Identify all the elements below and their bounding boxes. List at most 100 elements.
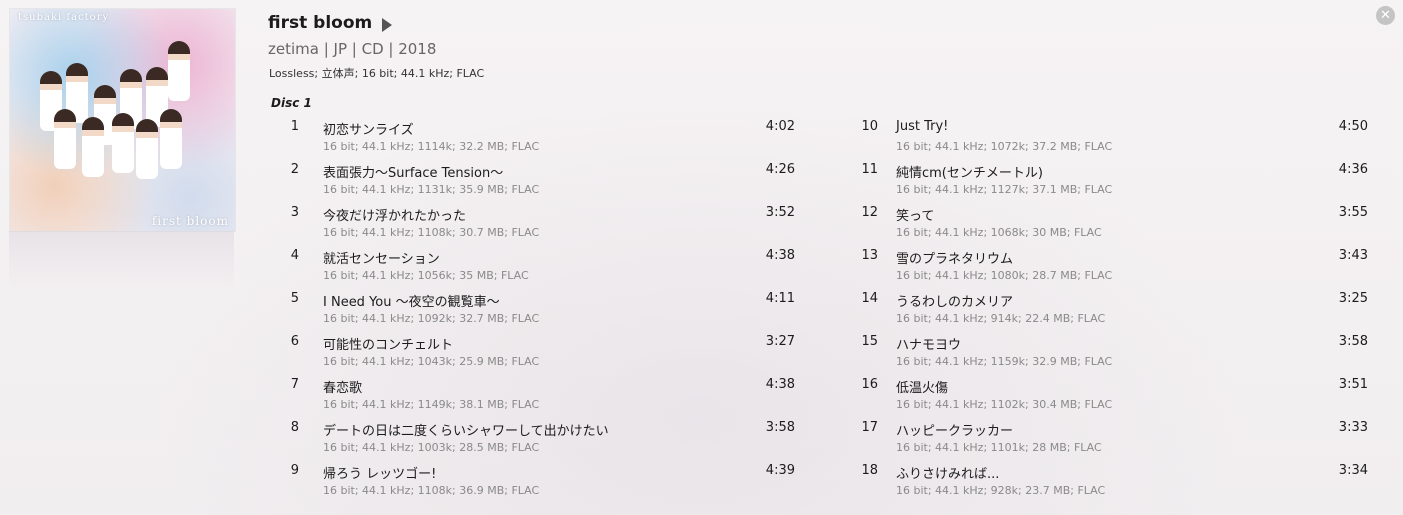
track-meta: 16 bit; 44.1 kHz; 1159k; 32.9 MB; FLAC (896, 355, 1113, 368)
track-meta: 16 bit; 44.1 kHz; 1068k; 30 MB; FLAC (896, 226, 1102, 239)
track-row[interactable]: 15 ハナモヨウ 16 bit; 44.1 kHz; 1159k; 32.9 MB;… (852, 331, 1372, 374)
track-duration: 4:50 (1338, 119, 1368, 134)
track-duration: 3:25 (1338, 291, 1368, 306)
track-meta: 16 bit; 44.1 kHz; 1056k; 35 MB; FLAC (323, 269, 529, 282)
track-row[interactable]: 4 就活センセーション 16 bit; 44.1 kHz; 1056k; 35 MB… (279, 245, 799, 288)
track-row[interactable]: 1 初恋サンライズ 16 bit; 44.1 kHz; 1114k; 32.2 MB… (279, 116, 799, 159)
track-meta: 16 bit; 44.1 kHz; 1003k; 28.5 MB; FLAC (323, 441, 540, 454)
track-meta: 16 bit; 44.1 kHz; 1080k; 28.7 MB; FLAC (896, 269, 1113, 282)
track-number: 16 (861, 377, 878, 392)
track-meta: 16 bit; 44.1 kHz; 1101k; 28 MB; FLAC (896, 441, 1102, 454)
cover-figure (168, 41, 190, 101)
track-meta: 16 bit; 44.1 kHz; 1149k; 38.1 MB; FLAC (323, 398, 540, 411)
track-duration: 3:34 (1338, 463, 1368, 478)
track-row[interactable]: 12 笑って 16 bit; 44.1 kHz; 1068k; 30 MB; FLA… (852, 202, 1372, 245)
track-title: 今夜だけ浮かれたかった (323, 209, 467, 224)
track-title: 表面張力〜Surface Tension〜 (323, 166, 504, 181)
cover-title-text: first bloom (151, 214, 229, 228)
track-meta: 16 bit; 44.1 kHz; 1131k; 35.9 MB; FLAC (323, 183, 540, 196)
cover-figure (136, 119, 158, 179)
track-title: 雪のプラネタリウム (896, 252, 1014, 267)
track-meta: 16 bit; 44.1 kHz; 928k; 23.7 MB; FLAC (896, 484, 1106, 497)
close-icon[interactable]: ✕ (1376, 6, 1395, 25)
track-row[interactable]: 11 純情cm(センチメートル) 16 bit; 44.1 kHz; 1127k; … (852, 159, 1372, 202)
track-title: 笑って (896, 209, 935, 224)
track-row[interactable]: 8 デートの日は二度くらいシャワーして出かけたい 16 bit; 44.1 kHz;… (279, 417, 799, 460)
track-duration: 3:33 (1338, 420, 1368, 435)
track-number: 15 (861, 334, 878, 349)
track-title: 可能性のコンチェルト (323, 338, 454, 353)
track-number: 8 (290, 420, 299, 435)
track-meta: 16 bit; 44.1 kHz; 914k; 22.4 MB; FLAC (896, 312, 1106, 325)
track-list-left: 1 初恋サンライズ 16 bit; 44.1 kHz; 1114k; 32.2 MB… (279, 116, 799, 503)
track-title: うるわしのカメリア (896, 295, 1014, 310)
track-duration: 3:58 (1338, 334, 1368, 349)
track-number: 4 (290, 248, 299, 263)
track-number: 3 (290, 205, 299, 220)
track-meta: 16 bit; 44.1 kHz; 1072k; 37.2 MB; FLAC (896, 140, 1113, 153)
track-row[interactable]: 2 表面張力〜Surface Tension〜 16 bit; 44.1 kHz; … (279, 159, 799, 202)
track-duration: 3:51 (1338, 377, 1368, 392)
track-row[interactable]: 7 春恋歌 16 bit; 44.1 kHz; 1149k; 38.1 MB; FL… (279, 374, 799, 417)
track-title: 春恋歌 (323, 381, 363, 396)
track-number: 2 (290, 162, 299, 177)
track-number: 11 (861, 162, 878, 177)
track-row[interactable]: 9 帰ろう レッツゴー! 16 bit; 44.1 kHz; 1108k; 36.9… (279, 460, 799, 503)
track-meta: 16 bit; 44.1 kHz; 1102k; 30.4 MB; FLAC (896, 398, 1113, 411)
cover-reflection (9, 231, 234, 291)
track-duration: 4:36 (1338, 162, 1368, 177)
track-number: 6 (290, 334, 299, 349)
track-number: 18 (861, 463, 878, 478)
track-row[interactable]: 10 Just Try! 16 bit; 44.1 kHz; 1072k; 37.2… (852, 116, 1372, 159)
cover-brand-text: tsubaki factory (18, 12, 110, 23)
track-title: 低温火傷 (896, 381, 949, 396)
track-duration: 4:11 (765, 291, 795, 306)
track-title: デートの日は二度くらいシャワーして出かけたい (323, 424, 609, 439)
album-quality: Lossless; 立体声; 16 bit; 44.1 kHz; FLAC (269, 67, 485, 80)
track-row[interactable]: 14 うるわしのカメリア 16 bit; 44.1 kHz; 914k; 22.4 … (852, 288, 1372, 331)
track-number: 14 (861, 291, 878, 306)
track-meta: 16 bit; 44.1 kHz; 1043k; 25.9 MB; FLAC (323, 355, 540, 368)
track-meta: 16 bit; 44.1 kHz; 1108k; 36.9 MB; FLAC (323, 484, 540, 497)
track-duration: 4:38 (765, 248, 795, 263)
disc-label: Disc 1 (271, 96, 312, 110)
track-number: 13 (861, 248, 878, 263)
track-duration: 4:38 (765, 377, 795, 392)
track-duration: 3:52 (765, 205, 795, 220)
track-title: 就活センセーション (323, 252, 440, 267)
track-number: 9 (290, 463, 299, 478)
track-row[interactable]: 13 雪のプラネタリウム 16 bit; 44.1 kHz; 1080k; 28.7… (852, 245, 1372, 288)
album-cover[interactable]: tsubaki factory first bloom (9, 8, 236, 232)
track-row[interactable]: 16 低温火傷 16 bit; 44.1 kHz; 1102k; 30.4 MB; … (852, 374, 1372, 417)
track-number: 12 (861, 205, 878, 220)
cover-figure (160, 109, 182, 169)
track-row[interactable]: 18 ふりさけみれば... 16 bit; 44.1 kHz; 928k; 23.7… (852, 460, 1372, 503)
cover-figure (82, 117, 104, 177)
track-title: 初恋サンライズ (323, 123, 414, 138)
track-row[interactable]: 5 I Need You 〜夜空の観覧車〜 16 bit; 44.1 kHz; 10… (279, 288, 799, 331)
track-duration: 3:55 (1338, 205, 1368, 220)
play-icon[interactable] (382, 18, 392, 32)
track-meta: 16 bit; 44.1 kHz; 1127k; 37.1 MB; FLAC (896, 183, 1113, 196)
track-title: I Need You 〜夜空の観覧車〜 (323, 295, 500, 310)
track-number: 10 (861, 119, 878, 134)
track-number: 17 (861, 420, 878, 435)
track-duration: 4:39 (765, 463, 795, 478)
track-number: 1 (290, 119, 299, 134)
track-title: ふりさけみれば... (896, 467, 1000, 482)
album-subtitle: zetima | JP | CD | 2018 (268, 40, 437, 58)
track-row[interactable]: 6 可能性のコンチェルト 16 bit; 44.1 kHz; 1043k; 25.9… (279, 331, 799, 374)
track-duration: 3:58 (765, 420, 795, 435)
track-number: 7 (290, 377, 299, 392)
track-title: ハッピークラッカー (896, 424, 1014, 439)
track-title: Just Try! (896, 119, 949, 134)
track-meta: 16 bit; 44.1 kHz; 1092k; 32.7 MB; FLAC (323, 312, 540, 325)
track-title: 純情cm(センチメートル) (896, 166, 1043, 181)
track-meta: 16 bit; 44.1 kHz; 1114k; 32.2 MB; FLAC (323, 140, 540, 153)
track-row[interactable]: 17 ハッピークラッカー 16 bit; 44.1 kHz; 1101k; 28 M… (852, 417, 1372, 460)
track-number: 5 (290, 291, 299, 306)
track-row[interactable]: 3 今夜だけ浮かれたかった 16 bit; 44.1 kHz; 1108k; 30.… (279, 202, 799, 245)
track-duration: 3:43 (1338, 248, 1368, 263)
track-duration: 4:02 (765, 119, 795, 134)
track-title: ハナモヨウ (896, 338, 962, 353)
